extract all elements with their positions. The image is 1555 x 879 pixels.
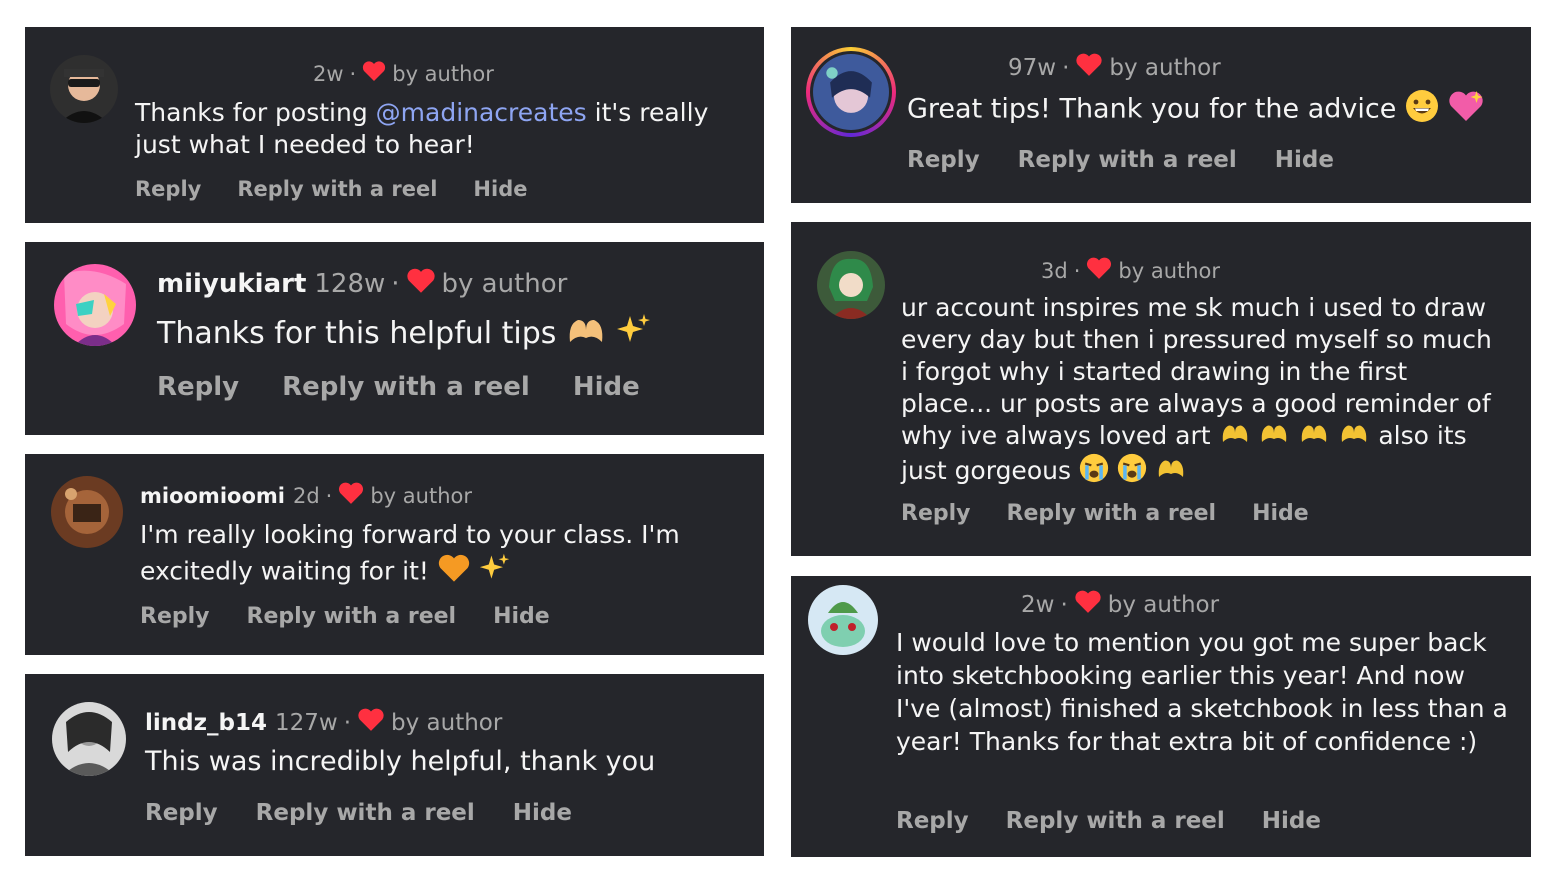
hide-button[interactable]: Hide (1262, 808, 1321, 834)
comment-meta: mioomioomi 2d · by author (140, 481, 472, 510)
comment-text: ur account inspires me sk much i used to… (901, 292, 1506, 491)
orange-heart-emoji (437, 553, 471, 592)
reply-with-reel-button[interactable]: Reply with a reel (247, 604, 457, 629)
crying-face-emoji (1079, 453, 1109, 491)
comment-card: 2w · by author I would love to mention y… (791, 576, 1531, 857)
comment-text: Thanks for posting @madinacreates it's r… (135, 98, 709, 159)
reply-with-reel-button[interactable]: Reply with a reel (1007, 501, 1217, 526)
sparkles-emoji (479, 552, 511, 593)
comment-card: 97w · by author Great tips! Thank you fo… (791, 27, 1531, 203)
heart-hands-emoji (1338, 421, 1370, 453)
sparkles-emoji (616, 312, 652, 357)
comment-meta: 97w · by author (1008, 52, 1221, 83)
comment-card: 3d · by author ur account inspires me sk… (791, 222, 1531, 556)
by-author-label: by author (391, 709, 503, 736)
comment-card: mioomioomi 2d · by author I'm really loo… (25, 454, 764, 655)
reply-button[interactable]: Reply (901, 501, 971, 526)
comment-text: Great tips! Thank you for the advice (907, 89, 1484, 131)
heart-hands-emoji (1155, 456, 1187, 488)
comment-meta: miiyukiart 128w · by author (157, 267, 568, 301)
comment-meta: lindz_b14 127w · by author (145, 707, 502, 738)
timestamp: 2d (292, 483, 320, 508)
avatar[interactable] (52, 702, 126, 776)
comment-meta: 2w · by author (313, 60, 494, 87)
reply-button[interactable]: Reply (135, 177, 201, 201)
heart-icon (362, 60, 386, 87)
username[interactable]: miiyukiart (157, 269, 306, 299)
heart-icon (406, 267, 436, 301)
avatar[interactable] (51, 476, 123, 548)
timestamp: 2w (313, 61, 344, 86)
comment-actions: Reply Reply with a reel Hide (135, 177, 527, 201)
heart-hands-emoji (1298, 421, 1330, 453)
comment-actions: Reply Reply with a reel Hide (157, 372, 640, 402)
reply-button[interactable]: Reply (145, 800, 218, 826)
avatar[interactable] (806, 47, 896, 137)
comment-actions: Reply Reply with a reel Hide (140, 604, 550, 629)
comment-meta: 3d · by author (1041, 256, 1220, 285)
comment-card: miiyukiart 128w · by author Thanks for t… (25, 242, 764, 435)
by-author-label: by author (1118, 258, 1221, 283)
crying-face-emoji (1117, 453, 1147, 491)
grinning-face-emoji (1405, 89, 1439, 131)
hide-button[interactable]: Hide (473, 177, 527, 201)
username[interactable]: mioomioomi (140, 484, 285, 508)
comment-card: lindz_b14 127w · by author This was incr… (25, 674, 764, 856)
hide-button[interactable]: Hide (513, 800, 572, 826)
comment-text: I would love to mention you got me super… (896, 628, 1508, 756)
by-author-label: by author (1109, 54, 1221, 81)
by-author-label: by author (392, 61, 494, 86)
by-author-label: by author (370, 483, 472, 508)
avatar[interactable] (50, 55, 118, 123)
heart-icon (338, 481, 364, 510)
comment-actions: Reply Reply with a reel Hide (907, 147, 1334, 173)
hide-button[interactable]: Hide (573, 372, 640, 402)
timestamp: 128w (314, 269, 386, 299)
comment-actions: Reply Reply with a reel Hide (896, 808, 1321, 834)
reply-with-reel-button[interactable]: Reply with a reel (1018, 147, 1237, 173)
reply-button[interactable]: Reply (157, 372, 239, 402)
by-author-label: by author (441, 269, 568, 299)
reply-button[interactable]: Reply (907, 147, 980, 173)
heart-hands-emoji (566, 314, 606, 355)
reply-with-reel-button[interactable]: Reply with a reel (256, 800, 475, 826)
avatar[interactable] (54, 264, 136, 346)
comment-actions: Reply Reply with a reel Hide (145, 800, 572, 826)
reply-with-reel-button[interactable]: Reply with a reel (282, 372, 530, 402)
reply-button[interactable]: Reply (140, 604, 210, 629)
heart-hands-emoji (1258, 421, 1290, 453)
timestamp: 97w (1008, 54, 1057, 81)
reply-with-reel-button[interactable]: Reply with a reel (1006, 808, 1225, 834)
username[interactable]: lindz_b14 (145, 710, 267, 736)
timestamp: 2w (1021, 591, 1055, 618)
mention-link[interactable]: @madinacreates (376, 98, 587, 127)
avatar[interactable] (817, 251, 885, 319)
timestamp: 127w (274, 709, 338, 736)
hide-button[interactable]: Hide (1252, 501, 1309, 526)
hide-button[interactable]: Hide (1275, 147, 1334, 173)
timestamp: 3d (1041, 258, 1068, 283)
heart-icon (1086, 256, 1112, 285)
comment-text: This was incredibly helpful, thank you (145, 746, 656, 777)
reply-button[interactable]: Reply (896, 808, 969, 834)
comment-text: I'm really looking forward to your class… (140, 518, 740, 593)
comment-meta: 2w · by author (1021, 589, 1219, 620)
by-author-label: by author (1107, 591, 1220, 618)
comment-text: Thanks for this helpful tips (157, 312, 652, 357)
comment-actions: Reply Reply with a reel Hide (901, 501, 1309, 526)
comment-card: 2w · by author Thanks for posting @madin… (25, 27, 764, 223)
heart-icon (1075, 52, 1103, 83)
avatar[interactable] (808, 585, 878, 655)
heart-icon (357, 707, 385, 738)
hide-button[interactable]: Hide (493, 604, 550, 629)
reply-with-reel-button[interactable]: Reply with a reel (237, 177, 437, 201)
sparkling-heart-emoji (1448, 89, 1484, 131)
heart-hands-emoji (1219, 421, 1251, 453)
heart-icon (1074, 589, 1102, 620)
